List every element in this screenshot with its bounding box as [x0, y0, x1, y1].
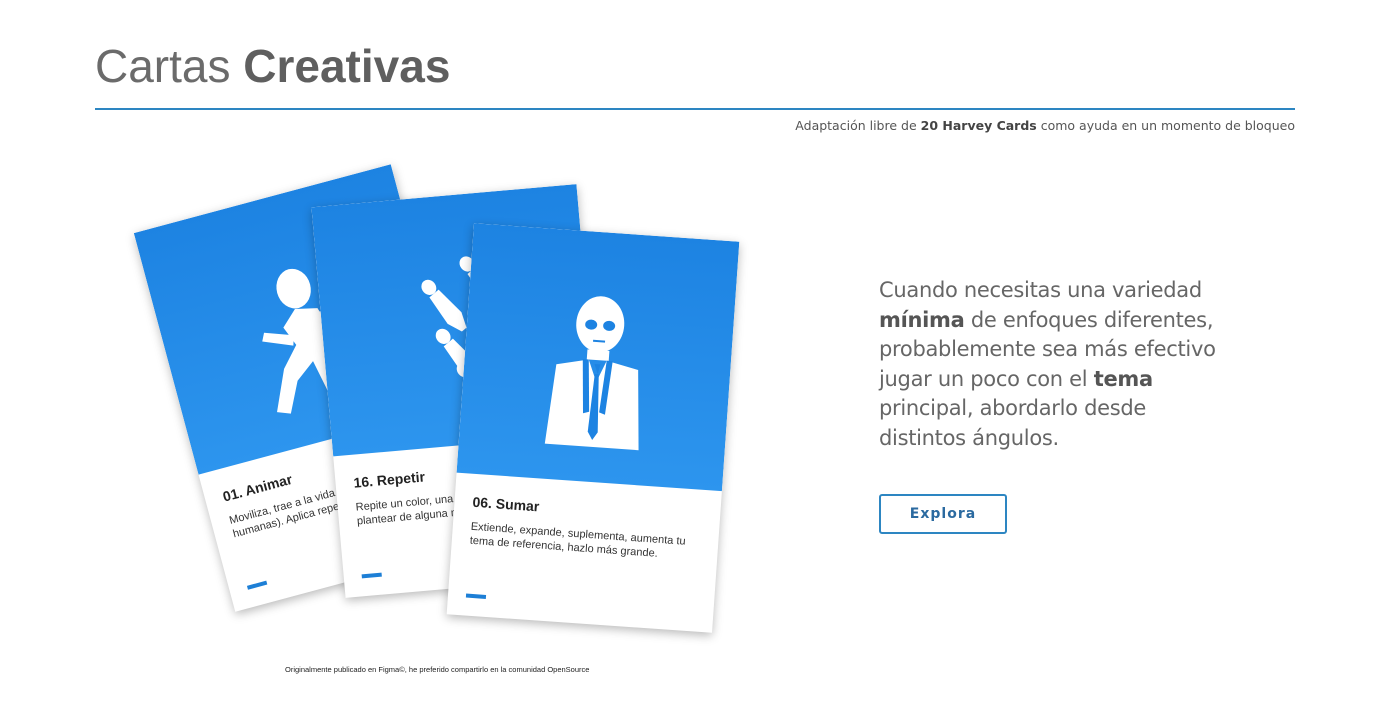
page-title-bold: Creativas [243, 40, 451, 92]
subtitle-suffix: como ayuda en un momento de bloqueo [1040, 118, 1295, 133]
subtitle-prefix: Adaptación libre de [795, 118, 917, 133]
card-sumar[interactable]: 06. Sumar Extiende, expande, suplementa,… [446, 223, 740, 633]
card-marker [246, 580, 268, 590]
page-subtitle: Adaptación libre de 20 Harvey Cards como… [795, 118, 1295, 133]
suited-figure-icon [544, 296, 639, 451]
header: Cartas Creativas Adaptación libre de 20 … [95, 38, 1295, 133]
intro-text-emphasis-2: tema [1093, 366, 1153, 391]
card-description: Extiende, expande, suplementa, aumenta t… [469, 520, 686, 560]
card-stack: 01. Animar Moviliza, trae a la vida (inf… [120, 150, 780, 670]
card-title: 16. Repetir [352, 468, 426, 491]
subtitle-highlight: 20 Harvey Cards [920, 118, 1037, 133]
page-title-light: Cartas [95, 40, 231, 92]
footnote: Originalmente publicado en Figma©, he pr… [285, 665, 590, 674]
intro-text-part-3: principal, abordarlo desde distintos áng… [879, 396, 1147, 450]
card-title: 06. Sumar [472, 493, 540, 515]
header-divider [95, 108, 1295, 110]
page-title: Cartas Creativas [95, 38, 1295, 94]
explore-button[interactable]: Explora [879, 494, 1007, 534]
card-art [456, 223, 740, 492]
intro-text-part-1: Cuando necesitas una variedad [879, 278, 1202, 302]
intro-text-emphasis-1: mínima [879, 307, 965, 332]
intro-text: Cuando necesitas una variedad mínima de … [879, 276, 1239, 453]
card-marker [361, 572, 382, 579]
card-marker [465, 593, 487, 599]
